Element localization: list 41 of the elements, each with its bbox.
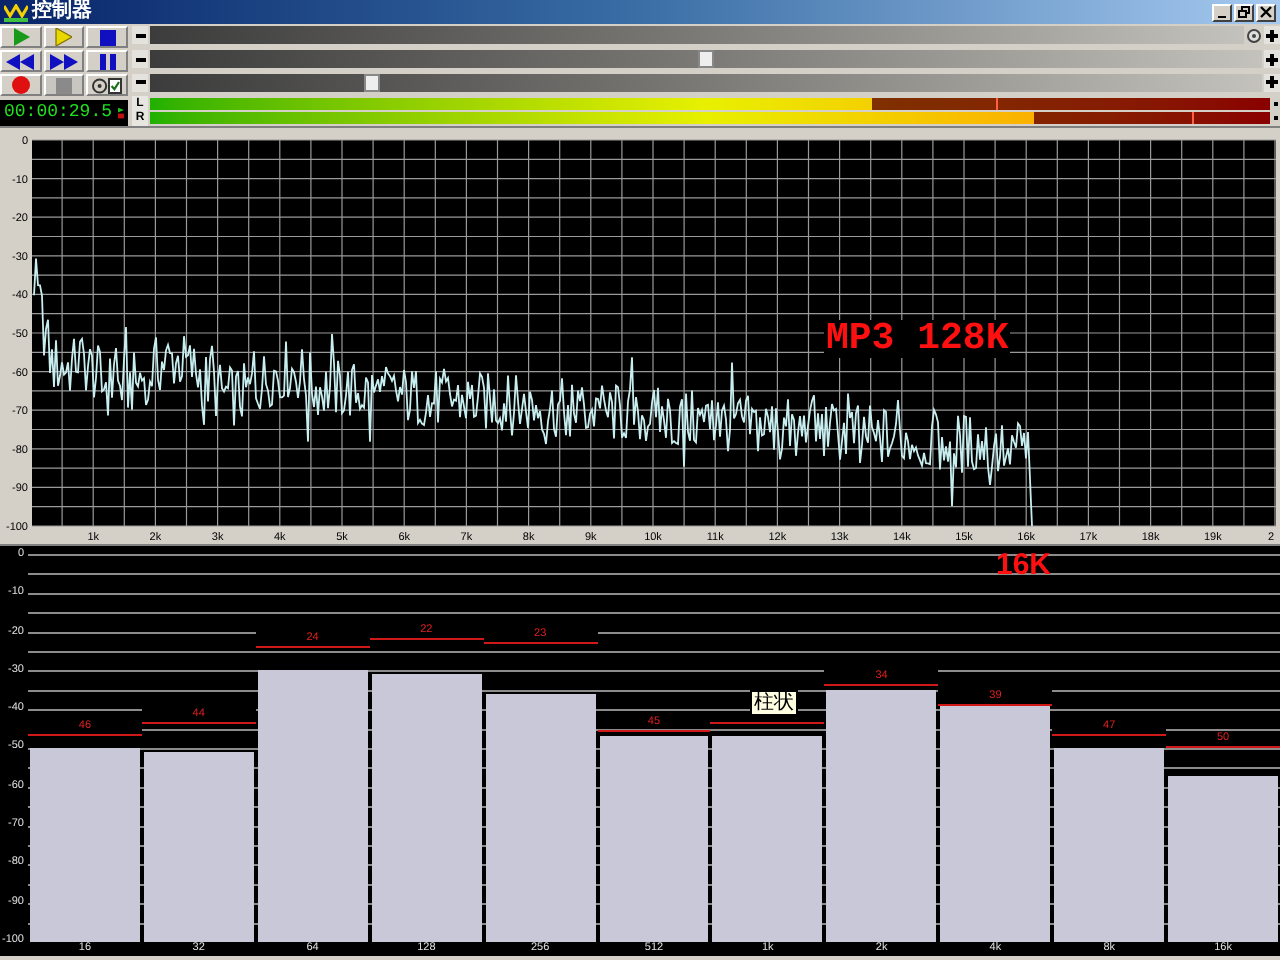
slider-thumb[interactable] xyxy=(698,50,714,69)
loop-button[interactable] xyxy=(86,74,128,96)
minus-icon xyxy=(135,33,145,38)
restore-icon xyxy=(1238,6,1250,18)
app-logo-icon xyxy=(4,3,28,21)
increase-button[interactable] xyxy=(1264,26,1280,45)
settings-icon[interactable] xyxy=(1246,27,1262,44)
stop-button[interactable] xyxy=(86,26,128,48)
close-icon xyxy=(1260,6,1272,18)
forward-button[interactable] xyxy=(43,50,85,72)
stop-icon xyxy=(55,77,72,93)
minus-icon xyxy=(135,57,145,62)
minimize-button[interactable] xyxy=(1212,3,1232,21)
pause-icon xyxy=(99,53,116,69)
slider-thumb[interactable] xyxy=(364,73,381,92)
elapsed-time: 00:00:29.5 xyxy=(4,104,113,122)
play-selection-button[interactable] xyxy=(43,26,85,48)
decrease-button[interactable] xyxy=(132,26,148,45)
record-button[interactable] xyxy=(0,74,42,96)
overlay-label: MP3 128K xyxy=(824,320,1011,358)
play-button[interactable] xyxy=(0,26,42,48)
minus-icon xyxy=(135,80,145,85)
rewind-icon xyxy=(6,53,35,69)
rewind-button[interactable] xyxy=(0,50,42,72)
overlay-label: 16K xyxy=(996,550,1052,580)
tooltip: 柱状 xyxy=(750,690,798,716)
decrease-button[interactable] xyxy=(132,50,148,69)
play-icon xyxy=(11,28,30,46)
increase-button[interactable] xyxy=(1264,73,1280,92)
increase-button[interactable] xyxy=(1264,50,1280,69)
loop-icon xyxy=(92,77,123,93)
decrease-button[interactable] xyxy=(132,73,148,92)
play-icon xyxy=(54,28,73,46)
close-button[interactable] xyxy=(1256,3,1276,21)
window-title: 控制器 xyxy=(32,2,92,22)
pause-button[interactable] xyxy=(86,50,128,72)
fast-forward-icon xyxy=(49,53,78,69)
record-icon xyxy=(11,76,30,94)
flag-icon xyxy=(118,104,124,122)
restore-button[interactable] xyxy=(1234,3,1254,21)
stop-icon xyxy=(99,29,116,45)
